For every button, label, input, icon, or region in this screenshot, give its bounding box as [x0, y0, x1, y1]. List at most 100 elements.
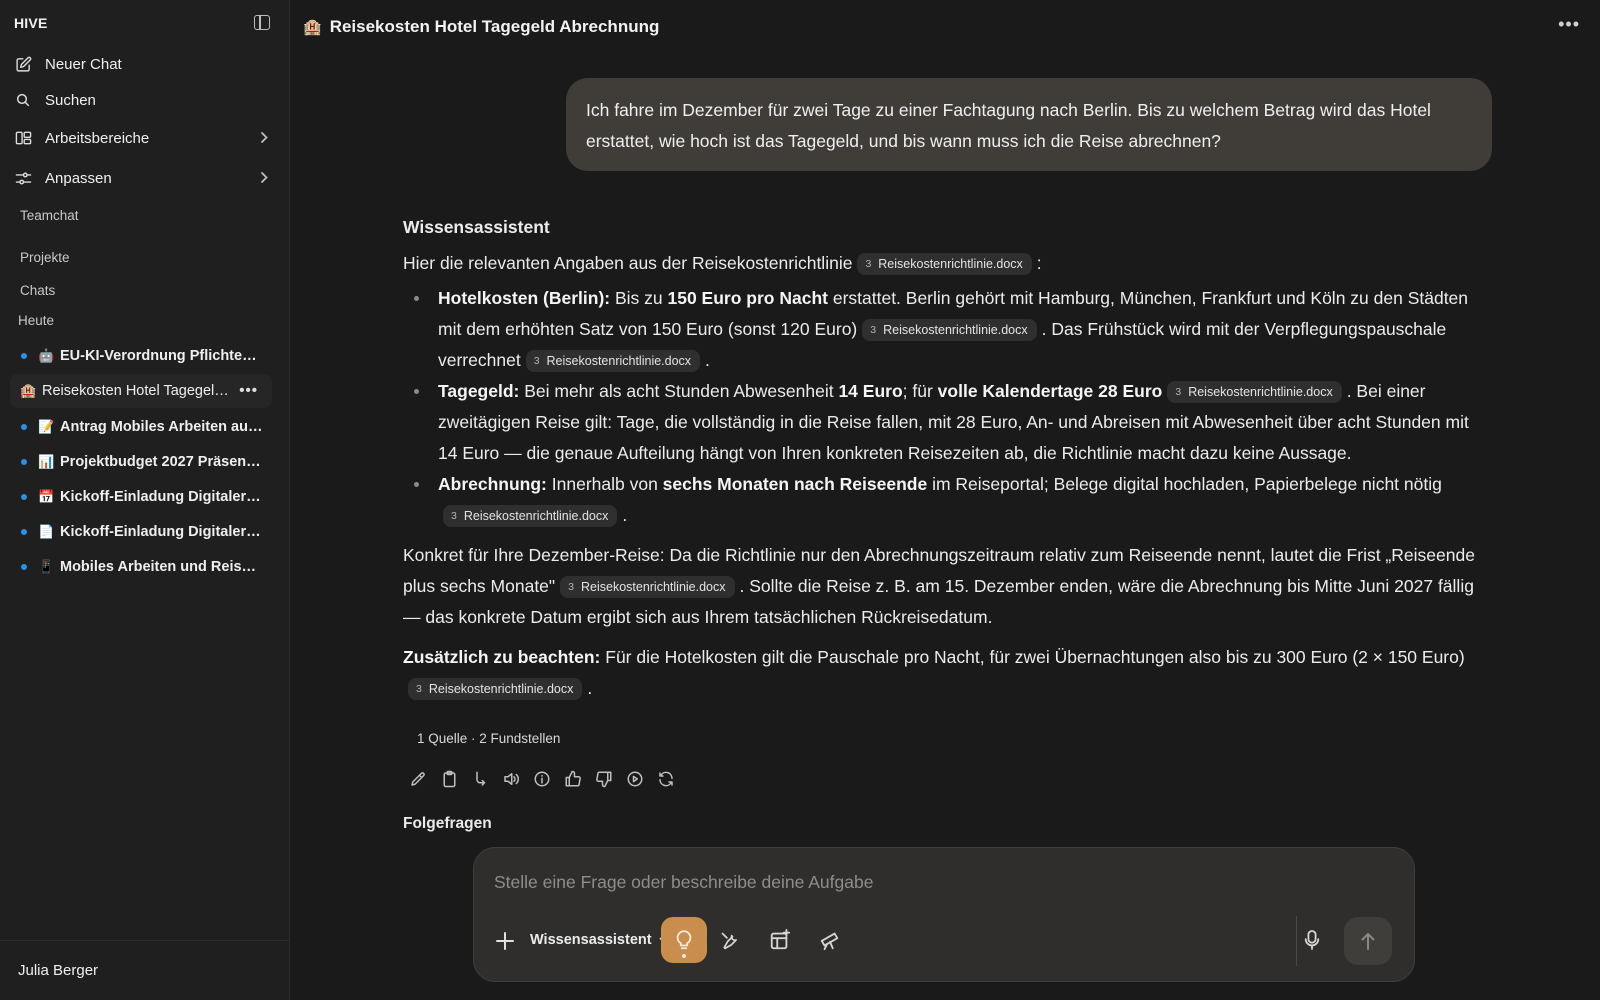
bar-chart-icon: 📊 — [38, 454, 55, 469]
hotel-icon: 🏨 — [303, 19, 322, 36]
unread-dot — [21, 459, 27, 465]
chat-item[interactable]: 📊 Projektbudget 2027 Präsentation — [10, 445, 272, 479]
agent-selector-label: Wissensassistent — [530, 932, 652, 948]
sidebar-toggle-icon[interactable] — [254, 15, 270, 30]
followups-heading: Folgefragen — [403, 815, 492, 832]
active-indicator — [682, 954, 686, 958]
chat-item-active[interactable]: 🏨 Reisekosten Hotel Tagegeld Abrechnung … — [10, 374, 272, 408]
section-chats[interactable]: Chats — [20, 283, 55, 298]
unread-dot — [21, 564, 27, 570]
unread-dot — [21, 494, 27, 500]
agent-selector[interactable]: Wissensassistent — [530, 932, 670, 948]
chat-item-label: Mobiles Arbeiten und Reisekosten — [60, 559, 272, 575]
sliders-icon — [14, 169, 32, 187]
message-actions — [408, 769, 676, 789]
robot-icon: 🤖 — [38, 348, 55, 363]
thumbs-down-icon[interactable] — [594, 769, 614, 789]
page-title: 🏨 Reisekosten Hotel Tagegeld Abrechnung — [303, 17, 659, 37]
chat-item-label: Projektbudget 2027 Präsentation — [60, 454, 272, 470]
chevron-right-icon — [260, 171, 268, 188]
edit-icon[interactable] — [408, 769, 428, 789]
speaker-icon[interactable] — [501, 769, 521, 789]
section-projekte[interactable]: Projekte — [20, 250, 70, 265]
copy-icon[interactable] — [439, 769, 459, 789]
page-title-text: Reisekosten Hotel Tagegeld Abrechnung — [329, 17, 660, 36]
lightbulb-icon — [676, 930, 692, 950]
answer-list: Hotelkosten (Berlin): Bis zu 150 Euro pr… — [403, 283, 1483, 531]
memo-icon: 📝 — [38, 419, 55, 434]
sources-summary[interactable]: 1 Quelle · 2 Fundstellen — [417, 731, 560, 746]
chat-item[interactable]: 🤖 EU-KI-Verordnung Pflichten für Unterne… — [10, 339, 272, 373]
citation-chip[interactable]: 3 Reisekostenrichtlinie.docx — [560, 576, 735, 598]
nav-new-chat-label: Neuer Chat — [45, 55, 122, 73]
document-icon: 📄 — [38, 524, 55, 539]
arrow-up-icon — [1361, 933, 1375, 950]
answer-intro: Hier die relevanten Angaben aus der Reis… — [403, 253, 1042, 275]
unread-dot — [21, 529, 27, 535]
chat-item-label: Kickoff-Einladung Digitaler Arbeitsplatz — [60, 489, 272, 505]
plus-icon[interactable] — [494, 930, 516, 952]
citation-chip[interactable]: 3 Reisekostenrichtlinie.docx — [408, 678, 583, 700]
user-name[interactable]: Julia Berger — [18, 962, 98, 979]
idea-mode-button[interactable] — [661, 917, 707, 963]
citation-chip[interactable]: 3 Reisekostenrichtlinie.docx — [857, 253, 1032, 275]
regenerate-icon[interactable] — [656, 769, 676, 789]
chat-item-label: EU-KI-Verordnung Pflichten für Unternehm… — [60, 348, 272, 364]
unread-dot — [21, 353, 27, 359]
compose-icon — [14, 55, 32, 73]
chat-item[interactable]: 📅 Kickoff-Einladung Digitaler Arbeitspla… — [10, 480, 272, 514]
citation-chip[interactable]: 3 Reisekostenrichtlinie.docx — [443, 505, 618, 527]
calendar-icon: 📅 — [38, 489, 55, 504]
composer-divider — [1296, 916, 1297, 966]
search-icon — [14, 91, 32, 109]
section-teamchat[interactable]: Teamchat — [20, 208, 79, 223]
nav-search-label: Suchen — [45, 91, 96, 109]
composer: Wissensassistent — [473, 847, 1415, 982]
more-options-icon[interactable]: ••• — [1558, 14, 1580, 35]
chat-item[interactable]: 📄 Kickoff-Einladung Digitaler Arbeitspla… — [10, 515, 272, 549]
chat-item-label: Reisekosten Hotel Tagegeld Abrechnung — [42, 383, 272, 399]
list-item: Hotelkosten (Berlin): Bis zu 150 Euro pr… — [403, 283, 1483, 376]
nav-customize-label: Anpassen — [45, 169, 112, 187]
chat-item-label: Kickoff-Einladung Digitaler Arbeitsplatz — [60, 524, 272, 540]
add-to-canvas-icon[interactable] — [768, 928, 792, 952]
branch-icon[interactable] — [470, 769, 490, 789]
prompt-input[interactable] — [494, 872, 1374, 893]
play-icon[interactable] — [625, 769, 645, 789]
phone-icon: 📱 — [38, 559, 55, 574]
sidebar: HIVE Neuer Chat Suchen Arbeitsbereiche A… — [0, 0, 290, 1000]
send-button[interactable] — [1344, 917, 1392, 965]
nav-search[interactable]: Suchen — [10, 83, 282, 117]
nav-customize[interactable]: Anpassen — [10, 161, 282, 195]
chat-item-label: Antrag Mobiles Arbeiten ausfüllen — [60, 419, 272, 435]
answer-paragraph: Zusätzlich zu beachten: Für die Hotelkos… — [403, 647, 1465, 700]
unread-dot — [21, 424, 27, 430]
telescope-icon[interactable] — [818, 928, 842, 952]
nav-new-chat[interactable]: Neuer Chat — [10, 47, 282, 81]
microphone-icon[interactable] — [1300, 928, 1324, 952]
nav-workspaces-label: Arbeitsbereiche — [45, 129, 150, 147]
assistant-message: Wissensassistent Hier die relevanten Ang… — [403, 217, 1483, 704]
citation-chip[interactable]: 3 Reisekostenrichtlinie.docx — [1167, 381, 1342, 403]
info-icon[interactable] — [532, 769, 552, 789]
tools-icon[interactable] — [717, 928, 741, 952]
chat-item[interactable]: 📝 Antrag Mobiles Arbeiten ausfüllen — [10, 410, 272, 444]
main-panel: 🏨 Reisekosten Hotel Tagegeld Abrechnung … — [290, 0, 1600, 1000]
list-item: Abrechnung: Innerhalb von sechs Monaten … — [403, 469, 1483, 531]
user-message: Ich fahre im Dezember für zwei Tage zu e… — [566, 78, 1492, 171]
brand-logo: HIVE — [14, 15, 48, 31]
answer-paragraph: Konkret für Ihre Dezember-Reise: Da die … — [403, 545, 1475, 627]
nav-workspaces[interactable]: Arbeitsbereiche — [10, 121, 282, 155]
thumbs-up-icon[interactable] — [563, 769, 583, 789]
citation-chip[interactable]: 3 Reisekostenrichtlinie.docx — [862, 319, 1037, 341]
list-item: Tagegeld: Bei mehr als acht Stunden Abwe… — [403, 376, 1483, 469]
section-heute: Heute — [18, 313, 55, 328]
chevron-right-icon — [260, 131, 268, 148]
chat-item[interactable]: 📱 Mobiles Arbeiten und Reisekosten — [10, 550, 272, 584]
more-options-icon[interactable]: ••• — [239, 382, 258, 399]
hotel-icon: 🏨 — [20, 383, 37, 398]
sidebar-footer: Julia Berger — [0, 940, 290, 1000]
citation-chip[interactable]: 3 Reisekostenrichtlinie.docx — [525, 350, 701, 372]
workspace-icon — [14, 129, 32, 147]
assistant-name: Wissensassistent — [403, 217, 550, 237]
